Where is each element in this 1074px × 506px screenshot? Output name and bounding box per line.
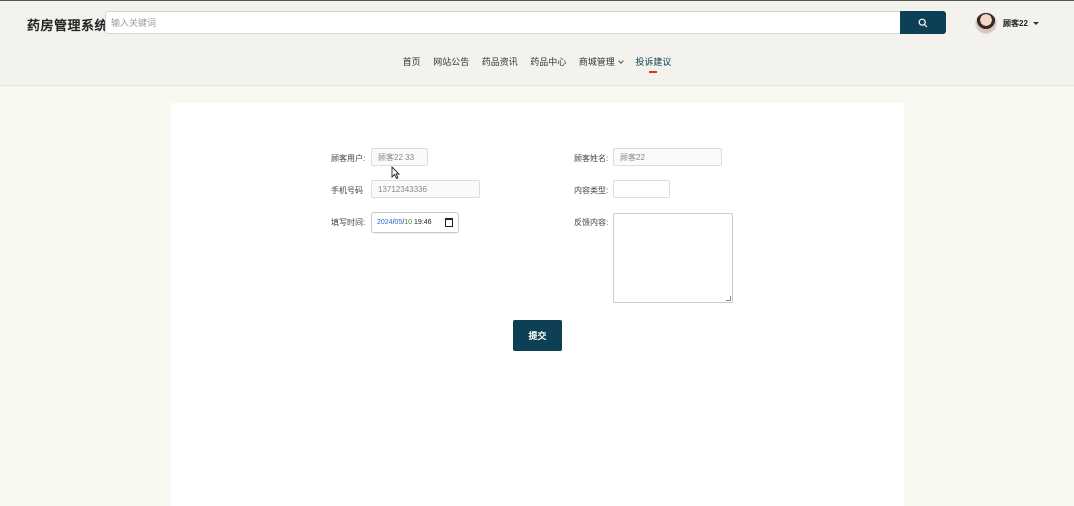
- nav-drug-center[interactable]: 药品中心: [530, 55, 566, 68]
- date-month: 05: [394, 219, 403, 226]
- mouse-pointer-icon: [391, 166, 400, 179]
- fill-time-label: 填写时间:: [331, 218, 366, 227]
- customer-name-field[interactable]: 顾客22: [613, 148, 722, 166]
- feedback-label: 反馈内容:: [574, 218, 609, 227]
- date-day: 10: [404, 219, 413, 226]
- calendar-icon[interactable]: [445, 218, 453, 227]
- nav-drug-news[interactable]: 药品资讯: [482, 55, 518, 68]
- content-type-label: 内容类型:: [574, 186, 609, 195]
- submit-button[interactable]: 提交: [513, 320, 562, 351]
- nav-mall-label: 商城管理: [578, 57, 615, 67]
- content-type-field[interactable]: [613, 180, 670, 198]
- search-button[interactable]: [900, 11, 946, 34]
- site-header: 药房管理系统 顾客22 首页 网站公告 药品资讯 药品中心 商城管理 投诉建议: [0, 1, 1074, 86]
- main-nav: 首页 网站公告 药品资讯 药品中心 商城管理 投诉建议: [0, 55, 1074, 73]
- search-icon: [918, 18, 928, 27]
- resize-handle-icon[interactable]: [726, 296, 731, 301]
- search-bar: [105, 11, 946, 34]
- customer-user-label: 顾客用户:: [331, 154, 366, 163]
- username: 顾客22: [1003, 18, 1028, 28]
- date-year: 2024: [377, 219, 393, 226]
- phone-label: 手机号码: [331, 186, 363, 195]
- customer-user-field[interactable]: 顾客22 33: [371, 148, 428, 166]
- time-value: 19:46: [414, 219, 432, 226]
- caret-down-icon: [1032, 21, 1039, 25]
- nav-announcements[interactable]: 网站公告: [433, 55, 469, 68]
- complaint-form-panel: 顾客用户: 顾客22 33 顾客姓名: 顾客22 手机号码 1371234333…: [171, 103, 904, 506]
- fill-time-datetime-input[interactable]: 2024/05/10 19:46: [371, 212, 459, 233]
- site-logo: 药房管理系统: [27, 18, 109, 33]
- feedback-textarea[interactable]: [613, 213, 733, 303]
- user-menu[interactable]: 顾客22: [975, 10, 1039, 36]
- nav-mall-management[interactable]: 商城管理: [578, 55, 624, 68]
- user-avatar[interactable]: [975, 12, 997, 34]
- nav-home[interactable]: 首页: [403, 55, 421, 68]
- customer-name-label: 顾客姓名:: [574, 154, 609, 163]
- search-input[interactable]: [105, 11, 901, 34]
- nav-complaints[interactable]: 投诉建议: [635, 55, 671, 73]
- phone-field[interactable]: 13712343336: [371, 180, 480, 198]
- chevron-down-icon: [617, 58, 624, 64]
